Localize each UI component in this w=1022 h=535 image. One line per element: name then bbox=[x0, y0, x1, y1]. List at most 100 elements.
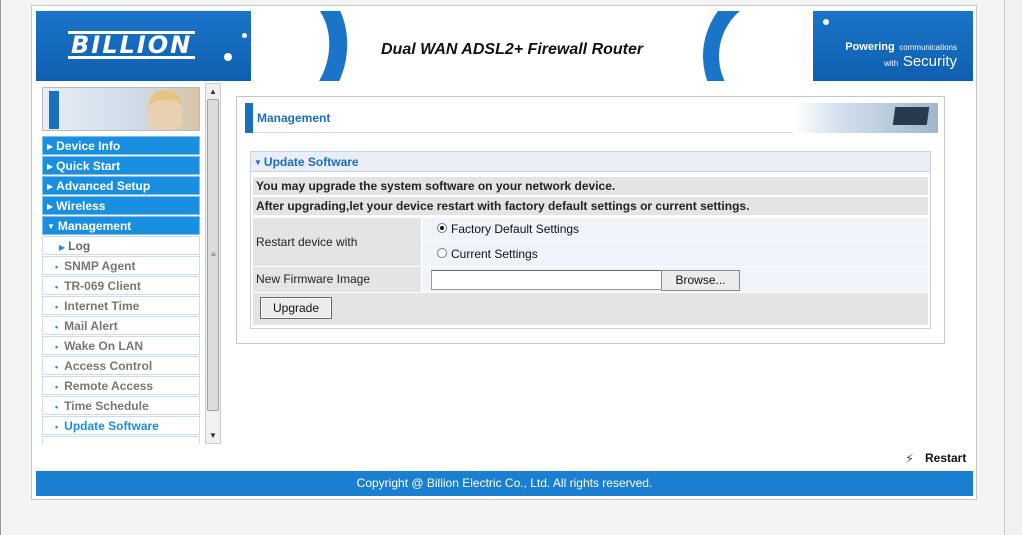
sidebar-subitem-label: Time Schedule bbox=[64, 399, 149, 413]
sidebar-item-label: Management bbox=[57, 219, 132, 233]
triangle-down-icon: ▼ bbox=[47, 222, 55, 231]
bullet-icon: • bbox=[55, 362, 59, 372]
sidebar-subitem-time-schedule[interactable]: • Time Schedule bbox=[42, 396, 200, 415]
sidebar-subitem-update-software[interactable]: • Update Software bbox=[42, 416, 200, 435]
option-factory-label[interactable]: Factory Default Settings bbox=[451, 222, 579, 236]
banner-dot-small bbox=[242, 33, 247, 38]
sidebar-subitem-label: Log bbox=[68, 239, 91, 253]
tagline-with: with bbox=[884, 59, 899, 68]
triangle-down-icon: ▼ bbox=[254, 158, 262, 167]
section-header: Management bbox=[245, 103, 938, 133]
sidebar-subitem-access-control[interactable]: • Access Control bbox=[42, 356, 200, 375]
option-current-row[interactable]: Current Settings bbox=[423, 242, 928, 266]
billion-logo: BILLION bbox=[68, 31, 196, 59]
sidebar-subitem-tr069-client[interactable]: • TR-069 Client bbox=[42, 276, 200, 295]
info-row-1: You may upgrade the system software on y… bbox=[253, 177, 928, 195]
sidebar-subitem-label: TR-069 Client bbox=[64, 279, 141, 293]
info-row-2: After upgrading,let your device restart … bbox=[253, 197, 928, 215]
bullet-icon: • bbox=[55, 382, 59, 392]
footer-bar: Copyright @ Billion Electric Co., Ltd. A… bbox=[36, 471, 973, 496]
sidebar-subitem-mail-alert[interactable]: • Mail Alert bbox=[42, 316, 200, 335]
tagline-security: Security bbox=[902, 53, 957, 70]
bullet-icon: • bbox=[55, 402, 59, 412]
upgrade-button[interactable]: Upgrade bbox=[260, 297, 332, 319]
sidebar-subitem-snmp-agent[interactable]: • SNMP Agent bbox=[42, 256, 200, 275]
firmware-label-cell: New Firmware Image bbox=[253, 267, 421, 292]
sidebar-subitem-label: Mail Alert bbox=[64, 319, 118, 333]
sidebar-photo-person bbox=[148, 90, 182, 130]
bullet-icon: • bbox=[55, 262, 59, 272]
panel-title: Update Software bbox=[263, 155, 359, 169]
sidebar-subitem-label: Wake On LAN bbox=[64, 339, 144, 353]
info-text-1: You may upgrade the system software on y… bbox=[256, 179, 616, 193]
tagline: Powering communications with Security bbox=[845, 39, 957, 71]
sidebar-item-label: Device Info bbox=[56, 139, 121, 153]
management-panel: Management ▼ Update Software You may upgr… bbox=[236, 96, 945, 344]
sidebar-menu: ▶ Device Info ▶ Quick Start ▶ Advanced Setu… bbox=[42, 136, 200, 444]
option-current-label[interactable]: Current Settings bbox=[451, 247, 538, 261]
sidebar-subitem-log[interactable]: ▶ Log bbox=[42, 236, 200, 255]
sidebar-scrollbar[interactable]: ▲ ≡ ▼ bbox=[205, 83, 221, 444]
sidebar-subitem-cutoff[interactable] bbox=[42, 436, 200, 444]
triangle-right-icon: ▶ bbox=[59, 243, 66, 252]
sidebar-item-quick-start[interactable]: ▶ Quick Start bbox=[42, 156, 200, 175]
browser-scrollbar[interactable] bbox=[1004, 0, 1022, 535]
sidebar-photo bbox=[42, 87, 200, 131]
header-banner: BILLION Dual WAN ADSL2+ Firewall Router … bbox=[36, 11, 973, 81]
bullet-icon: • bbox=[55, 322, 59, 332]
triangle-right-icon: ▶ bbox=[47, 142, 54, 151]
page-edge bbox=[0, 0, 1, 535]
sidebar-subitem-wake-on-lan[interactable]: • Wake On LAN bbox=[42, 336, 200, 355]
section-header-bar bbox=[245, 103, 253, 133]
sidebar-item-label: Wireless bbox=[56, 199, 106, 213]
sidebar-item-advanced-setup[interactable]: ▶ Advanced Setup bbox=[42, 176, 200, 195]
product-title: Dual WAN ADSL2+ Firewall Router bbox=[381, 41, 644, 58]
banner-dot-right bbox=[823, 19, 829, 25]
restart-icon: ⚡ bbox=[905, 451, 915, 466]
bullet-icon: • bbox=[55, 342, 59, 352]
scroll-up-icon[interactable]: ▲ bbox=[206, 84, 220, 99]
scroll-thumb[interactable]: ≡ bbox=[207, 99, 219, 411]
sidebar-item-device-info[interactable]: ▶ Device Info bbox=[42, 136, 200, 155]
sidebar-item-wireless[interactable]: ▶ Wireless bbox=[42, 196, 200, 215]
firmware-value-cell: Browse... bbox=[423, 267, 928, 292]
sidebar-subitem-internet-time[interactable]: • Internet Time bbox=[42, 296, 200, 315]
sidebar-subitem-label: Update Software bbox=[64, 419, 159, 433]
upgrade-row: Upgrade bbox=[253, 293, 928, 325]
radio-factory-default[interactable] bbox=[437, 223, 447, 233]
router-frame: BILLION Dual WAN ADSL2+ Firewall Router … bbox=[31, 5, 977, 500]
copyright-text: Copyright @ Billion Electric Co., Ltd. A… bbox=[356, 476, 653, 490]
bullet-icon: • bbox=[55, 282, 59, 292]
restart-link[interactable]: ⚡ Restart bbox=[905, 451, 966, 466]
update-software-panel: ▼ Update Software You may upgrade the sys… bbox=[250, 151, 931, 329]
sidebar-item-management[interactable]: ▼ Management bbox=[42, 216, 200, 235]
office-banner-image bbox=[793, 103, 938, 133]
option-factory-row[interactable]: Factory Default Settings bbox=[423, 218, 928, 241]
sidebar-subitem-label: SNMP Agent bbox=[64, 259, 136, 273]
sidebar-subitem-label: Access Control bbox=[64, 359, 153, 373]
restart-label-cell: Restart device with bbox=[253, 218, 421, 266]
tagline-powering: Powering bbox=[845, 41, 895, 53]
grip-icon: ≡ bbox=[211, 250, 216, 259]
sidebar-subitem-label: Remote Access bbox=[64, 379, 154, 393]
radio-current-settings[interactable] bbox=[437, 248, 447, 258]
restart-label[interactable]: Restart bbox=[925, 451, 966, 465]
triangle-right-icon: ▶ bbox=[47, 202, 54, 211]
sidebar-subitem-remote-access[interactable]: • Remote Access bbox=[42, 376, 200, 395]
firmware-label: New Firmware Image bbox=[256, 272, 371, 286]
sidebar-photo-bar bbox=[49, 91, 59, 129]
sidebar-item-label: Advanced Setup bbox=[56, 179, 151, 193]
bullet-icon: • bbox=[55, 302, 59, 312]
info-text-2: After upgrading,let your device restart … bbox=[256, 199, 750, 213]
scroll-down-icon[interactable]: ▼ bbox=[206, 428, 220, 443]
banner-dot bbox=[224, 53, 232, 61]
browse-button[interactable]: Browse... bbox=[661, 270, 740, 291]
sidebar-subitem-label: Internet Time bbox=[64, 299, 140, 313]
monitor-graphic bbox=[892, 107, 930, 125]
tagline-communications: communications bbox=[899, 43, 957, 52]
triangle-right-icon: ▶ bbox=[47, 162, 54, 171]
section-title: Management bbox=[257, 111, 331, 125]
restart-label: Restart device with bbox=[256, 235, 358, 249]
bullet-icon: • bbox=[55, 422, 59, 432]
sidebar-item-label: Quick Start bbox=[56, 159, 121, 173]
